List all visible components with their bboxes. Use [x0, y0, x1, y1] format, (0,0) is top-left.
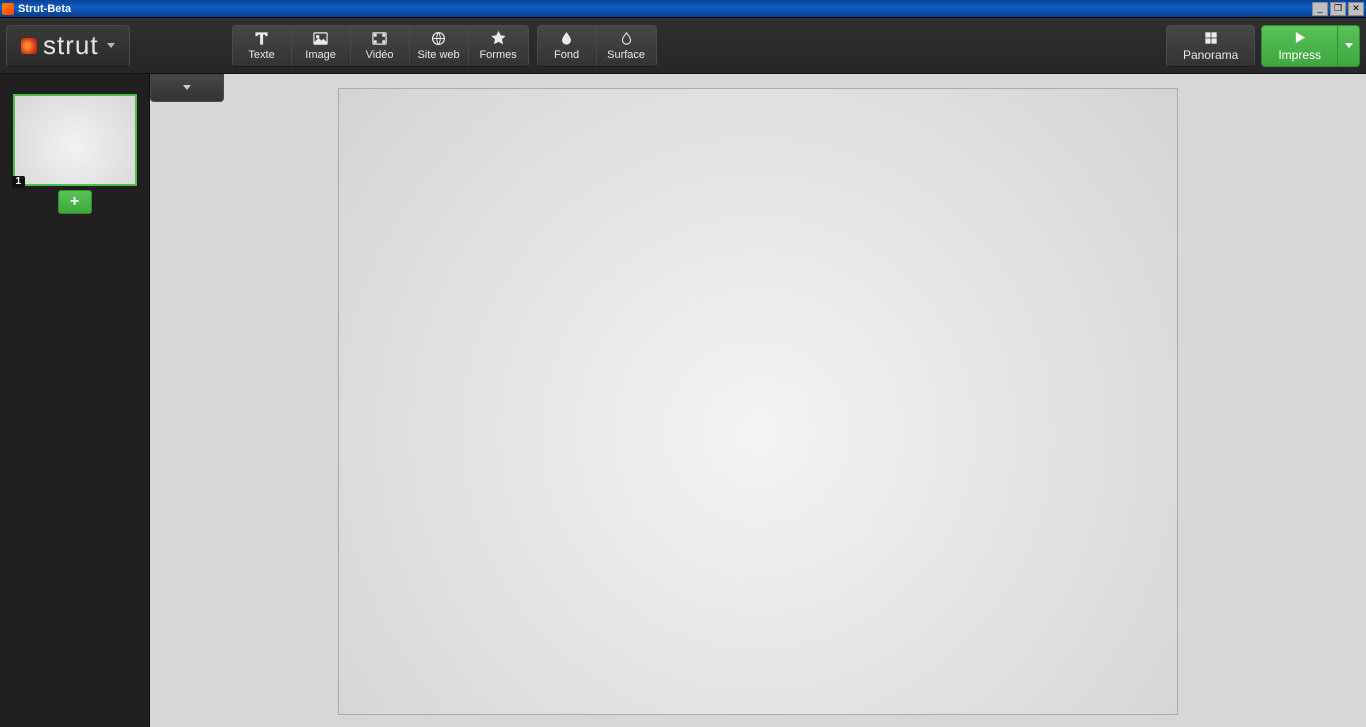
add-slide-button[interactable]: +: [58, 190, 92, 214]
insert-text-label: Texte: [248, 49, 274, 61]
background-label: Fond: [554, 49, 579, 61]
insert-video-label: Vidéo: [366, 49, 394, 61]
slide-thumbnail[interactable]: 1: [13, 94, 137, 186]
impress-button[interactable]: Impress: [1261, 25, 1338, 67]
insert-shapes-label: Formes: [479, 49, 516, 61]
insert-video-button[interactable]: Vidéo: [351, 26, 410, 66]
logo-text: strut: [43, 30, 99, 61]
insert-image-label: Image: [305, 49, 336, 61]
window-titlebar: Strut-Beta _ ❐ ✕: [0, 0, 1366, 18]
panorama-button[interactable]: Panorama: [1166, 25, 1255, 67]
play-icon: [1292, 30, 1308, 46]
window-title: Strut-Beta: [18, 3, 71, 15]
insert-shapes-button[interactable]: Formes: [469, 26, 528, 66]
chevron-down-icon: [1345, 43, 1353, 48]
chevron-down-icon: [107, 43, 115, 48]
minimize-button[interactable]: _: [1312, 2, 1328, 16]
grid-icon: [1203, 30, 1219, 46]
plus-icon: +: [70, 193, 79, 211]
background-button[interactable]: Fond: [538, 26, 597, 66]
panorama-label: Panorama: [1183, 48, 1238, 62]
insert-web-button[interactable]: Site web: [410, 26, 469, 66]
maximize-button[interactable]: ❐: [1330, 2, 1346, 16]
editor-area: [150, 74, 1366, 727]
slides-sidebar: 1 +: [0, 74, 150, 727]
slide-number: 1: [12, 176, 26, 188]
globe-icon: [431, 31, 447, 47]
app-icon: [2, 3, 14, 15]
impress-dropdown-button[interactable]: [1338, 25, 1360, 67]
insert-image-button[interactable]: Image: [292, 26, 351, 66]
slide-canvas[interactable]: [338, 88, 1178, 715]
logo-menu-button[interactable]: strut: [6, 25, 130, 67]
logo-icon: [21, 38, 37, 54]
canvas-options-dropdown[interactable]: [150, 74, 224, 102]
surface-label: Surface: [607, 49, 645, 61]
style-toolgroup: Fond Surface: [537, 25, 657, 67]
surface-button[interactable]: Surface: [597, 26, 656, 66]
insert-text-button[interactable]: Texte: [233, 26, 292, 66]
impress-label: Impress: [1278, 48, 1321, 62]
insert-web-label: Site web: [417, 49, 459, 61]
drop-icon: [559, 31, 575, 47]
chevron-down-icon: [183, 85, 191, 90]
close-button[interactable]: ✕: [1348, 2, 1364, 16]
insert-toolgroup: Texte Image Vidéo Site web Formes: [232, 25, 529, 67]
image-icon: [313, 31, 329, 47]
main-toolbar: strut Texte Image Vidéo Site web: [0, 18, 1366, 74]
text-icon: [254, 31, 270, 47]
video-icon: [372, 31, 388, 47]
star-icon: [490, 31, 506, 47]
drop-icon: [618, 31, 634, 47]
